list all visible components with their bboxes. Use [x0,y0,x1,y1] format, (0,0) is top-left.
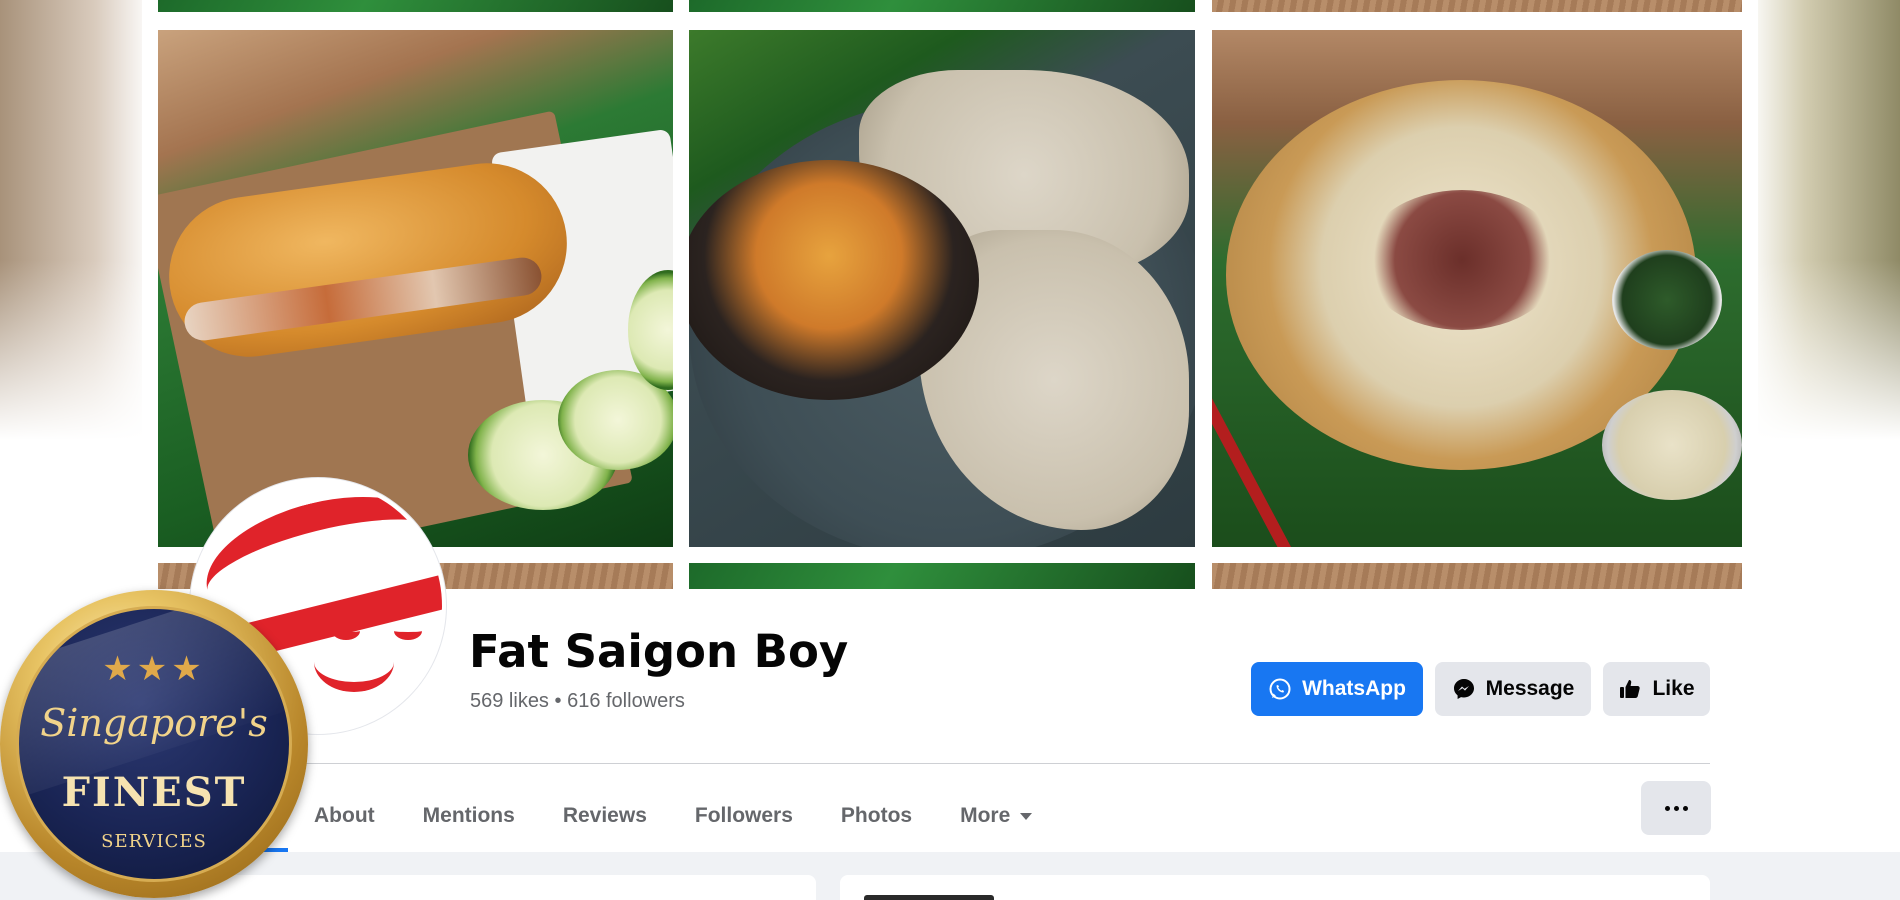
more-dots-icon [1682,805,1688,811]
cover-tile-strip [689,0,1195,12]
like-button-label: Like [1652,677,1695,700]
badge-line2: FINEST [61,769,247,816]
badge-line3: SERVICES [101,831,207,852]
cover-tile-crackers [689,30,1195,547]
singapores-finest-badge: ★★★ Singapore's FINEST SERVICES [0,590,308,898]
cover-tile-pho [1212,30,1742,547]
cover-tile-strip [1212,563,1742,589]
message-button[interactable]: Message [1435,662,1591,716]
cover-tile-strip [1212,0,1742,12]
messenger-icon [1453,679,1474,699]
header-divider [190,763,1710,764]
likes-count[interactable]: 569 likes [470,690,549,712]
posts-card [840,875,1710,900]
more-options-button[interactable] [1641,781,1711,835]
card-heading [864,895,994,900]
badge-line1: Singapore's [40,701,268,745]
like-button[interactable]: Like [1603,662,1710,716]
whatsapp-button[interactable]: WhatsApp [1251,662,1423,716]
tab-label: Reviews [562,804,647,827]
stats-separator: • [554,690,562,712]
cover-tile-banh-mi [158,30,673,547]
tab-more[interactable]: More [936,780,1056,852]
cover-tile-strip [158,0,673,12]
tab-mentions[interactable]: Mentions [399,780,539,852]
cover-tile-strip [689,563,1195,589]
badge-seal: ★★★ Singapore's FINEST SERVICES [16,606,292,882]
tab-about[interactable]: About [290,780,399,852]
tab-label: About [314,804,375,827]
tab-label: Followers [694,804,793,827]
tab-followers[interactable]: Followers [671,780,817,852]
tab-label: Photos [840,804,913,827]
caret-down-icon [1020,812,1033,820]
thumbs-up-icon [1620,680,1641,698]
tab-label: Mentions [422,804,515,827]
intro-card [190,875,816,900]
whatsapp-button-label: WhatsApp [1302,677,1406,700]
page-stats: 569 likes • 616 followers [470,690,685,713]
tab-photos[interactable]: Photos [817,780,936,852]
page-tabs: About Mentions Reviews Followers Photos … [290,780,1056,852]
tab-reviews[interactable]: Reviews [539,780,671,852]
tab-label: More [960,804,1011,827]
message-button-label: Message [1485,677,1575,700]
badge-stars: ★★★ [102,650,206,688]
page-title: Fat Saigon Boy [469,625,849,678]
whatsapp-icon [1269,678,1291,700]
more-dots-icon [1673,805,1679,811]
more-dots-icon [1664,805,1670,811]
followers-count[interactable]: 616 followers [567,690,685,712]
